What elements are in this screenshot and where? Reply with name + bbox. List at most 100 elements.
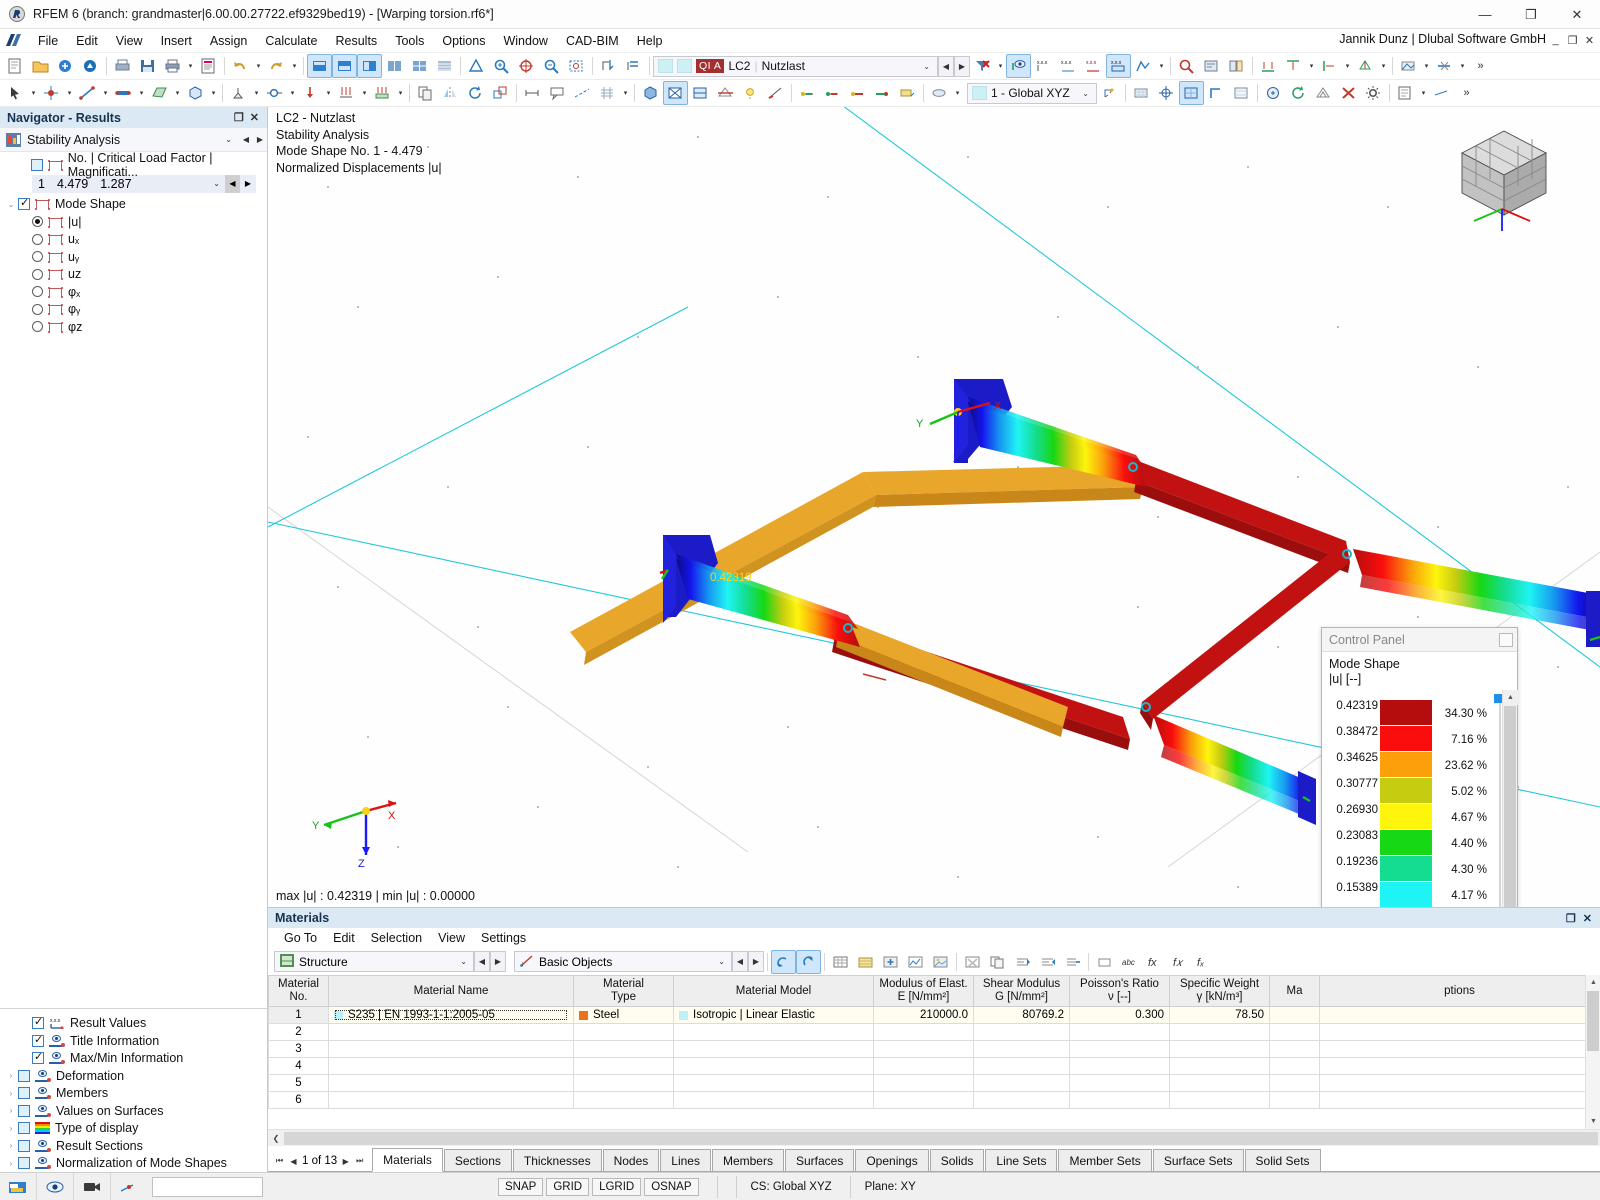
fx-sum-icon[interactable]: f𝑥 — [1167, 950, 1192, 974]
menu-file[interactable]: File — [29, 31, 67, 51]
tab-member-sets[interactable]: Member Sets — [1058, 1149, 1151, 1171]
table-grid-icon[interactable] — [828, 950, 853, 974]
printer-preview-icon[interactable] — [110, 54, 135, 78]
cell-options[interactable] — [1320, 1007, 1600, 1024]
nodal-load-caret-icon[interactable]: ▾ — [323, 81, 334, 105]
values-on-surfaces-expander-icon[interactable]: › — [4, 1106, 18, 1115]
cell-shear-modulus[interactable] — [974, 1058, 1070, 1075]
tab-line-sets[interactable]: Line Sets — [985, 1149, 1057, 1171]
hinge-caret-icon[interactable]: ▾ — [287, 81, 298, 105]
component-u-radio[interactable] — [32, 216, 43, 227]
cell-specific-weight[interactable]: 78.50 — [1170, 1007, 1270, 1024]
table-row[interactable]: 4 — [269, 1058, 1600, 1075]
cell-material-name[interactable] — [329, 1024, 574, 1041]
materials-horizontal-scrollbar[interactable]: ❮ — [268, 1129, 1600, 1146]
light-source-icon[interactable] — [738, 81, 763, 105]
cell-specific-weight[interactable] — [1170, 1092, 1270, 1109]
result-sections-icon[interactable] — [1131, 54, 1156, 78]
cell-ma[interactable] — [1270, 1007, 1320, 1024]
color-legend[interactable]: 0.42319 0.38472 0.34625 0.30777 0.26930 … — [1322, 690, 1517, 907]
view-top-icon[interactable] — [1281, 54, 1306, 78]
tab-lines[interactable]: Lines — [660, 1149, 711, 1171]
calculate-icon[interactable] — [1261, 81, 1286, 105]
view-list-icon[interactable] — [432, 54, 457, 78]
menu-help[interactable]: Help — [628, 31, 672, 51]
structure-filter-next-button[interactable]: ▶ — [490, 951, 506, 972]
search-model-icon[interactable] — [1174, 54, 1199, 78]
tree-item-mode-shape[interactable]: ⌄ Mode Shape — [0, 196, 267, 214]
type-of-display-checkbox[interactable] — [18, 1122, 30, 1134]
visibility-mode-icon[interactable] — [1396, 54, 1421, 78]
scroll-up-arrow-icon[interactable]: ▲ — [1503, 690, 1518, 705]
undo-icon[interactable] — [228, 54, 253, 78]
th-shear-modulus[interactable]: Shear Modulus G [N/mm²] — [974, 976, 1070, 1007]
menu-assign[interactable]: Assign — [201, 31, 257, 51]
component-ux-radio[interactable] — [32, 234, 43, 245]
printout-caret-icon[interactable]: ▾ — [1418, 81, 1429, 105]
display-item-title-information[interactable]: Title Information — [0, 1032, 267, 1050]
display-item-values-on-surfaces[interactable]: › Values on Surfaces — [0, 1102, 267, 1120]
zoom-out-icon[interactable] — [539, 54, 564, 78]
tree-item-component-phix[interactable]: φₓ — [0, 283, 267, 301]
load-case-caret-icon[interactable]: ⌄ — [918, 62, 935, 71]
mode-shape-expander-icon[interactable]: ⌄ — [4, 200, 18, 209]
menu-options[interactable]: Options — [433, 31, 494, 51]
clipping-icon[interactable] — [1432, 54, 1457, 78]
cell-material-type[interactable] — [574, 1092, 674, 1109]
maximize-button[interactable]: ❐ — [1508, 0, 1554, 29]
cell-ma[interactable] — [1270, 1024, 1320, 1041]
materials-menu-settings[interactable]: Settings — [473, 929, 534, 947]
cell-modulus-elasticity[interactable] — [874, 1075, 974, 1092]
surface-load-icon[interactable] — [370, 81, 395, 105]
component-phiz-radio[interactable] — [32, 321, 43, 332]
visibility-caret-icon[interactable]: ▾ — [1421, 54, 1432, 78]
navigator-close-icon[interactable]: ✕ — [250, 111, 259, 124]
cell-material-type[interactable] — [574, 1041, 674, 1058]
display-item-members[interactable]: › Members — [0, 1085, 267, 1103]
mat-scroll-up-icon[interactable]: ▲ — [1586, 975, 1600, 990]
component-uy-radio[interactable] — [32, 251, 43, 262]
select-in-table-icon[interactable] — [796, 950, 821, 974]
new-file-icon[interactable] — [3, 54, 28, 78]
node-insert-icon[interactable] — [39, 81, 64, 105]
cell-material-no[interactable]: 3 — [269, 1041, 329, 1058]
visibility-eye-icon[interactable] — [37, 1173, 74, 1200]
cs-edit-icon[interactable] — [1097, 81, 1122, 105]
open-file-icon[interactable] — [28, 54, 53, 78]
hinge-insert-icon[interactable] — [262, 81, 287, 105]
cell-material-name[interactable] — [329, 1092, 574, 1109]
snap-grid-caret-icon[interactable]: ▾ — [620, 81, 631, 105]
doc-minimize-button[interactable]: _ — [1547, 31, 1564, 49]
result-values-on-surfaces-icon[interactable]: x.x.x — [1106, 54, 1131, 78]
undo-caret-icon[interactable]: ▾ — [253, 54, 264, 78]
analysis-type-selector[interactable]: Stability Analysis ⌄ ◀ ▶ — [0, 128, 267, 152]
cell-material-model[interactable]: Isotropic | Linear Elastic — [674, 1007, 874, 1024]
redo-caret-icon[interactable]: ▾ — [289, 54, 300, 78]
tab-openings[interactable]: Openings — [855, 1149, 928, 1171]
cell-material-model[interactable] — [674, 1041, 874, 1058]
printout-report-icon[interactable] — [196, 54, 221, 78]
cell-material-name[interactable] — [329, 1058, 574, 1075]
mesh-icon[interactable] — [1311, 81, 1336, 105]
display-item-normalization-of-mode-shapes[interactable]: › Normalization of Mode Shapes — [0, 1155, 267, 1173]
load-factor-prev-button[interactable]: ◀ — [225, 175, 240, 193]
member-result-axial-icon[interactable] — [845, 81, 870, 105]
tree-item-component-uz[interactable]: uᴢ — [0, 266, 267, 284]
fx-function-icon[interactable]: fx — [1142, 950, 1167, 974]
cell-modulus-elasticity[interactable]: 210000.0 — [874, 1007, 974, 1024]
cell-material-no[interactable]: 5 — [269, 1075, 329, 1092]
load-case-next-button[interactable]: ▶ — [954, 56, 970, 77]
delete-results-icon[interactable] — [1336, 81, 1361, 105]
members-checkbox[interactable] — [18, 1087, 30, 1099]
scale-object-icon[interactable] — [488, 81, 513, 105]
toggle-lgrid[interactable]: LGRID — [592, 1178, 641, 1196]
deformation-checkbox[interactable] — [18, 1070, 30, 1082]
cell-specific-weight[interactable] — [1170, 1075, 1270, 1092]
pager-prev-button[interactable]: ◀ — [288, 1157, 299, 1166]
cell-shear-modulus[interactable] — [974, 1041, 1070, 1058]
table-row[interactable]: 5 — [269, 1075, 1600, 1092]
normalization-checkbox[interactable] — [18, 1157, 30, 1169]
view-side-caret-icon[interactable]: ▾ — [1342, 54, 1353, 78]
component-phix-radio[interactable] — [32, 286, 43, 297]
cell-poissons-ratio[interactable]: 0.300 — [1070, 1007, 1170, 1024]
